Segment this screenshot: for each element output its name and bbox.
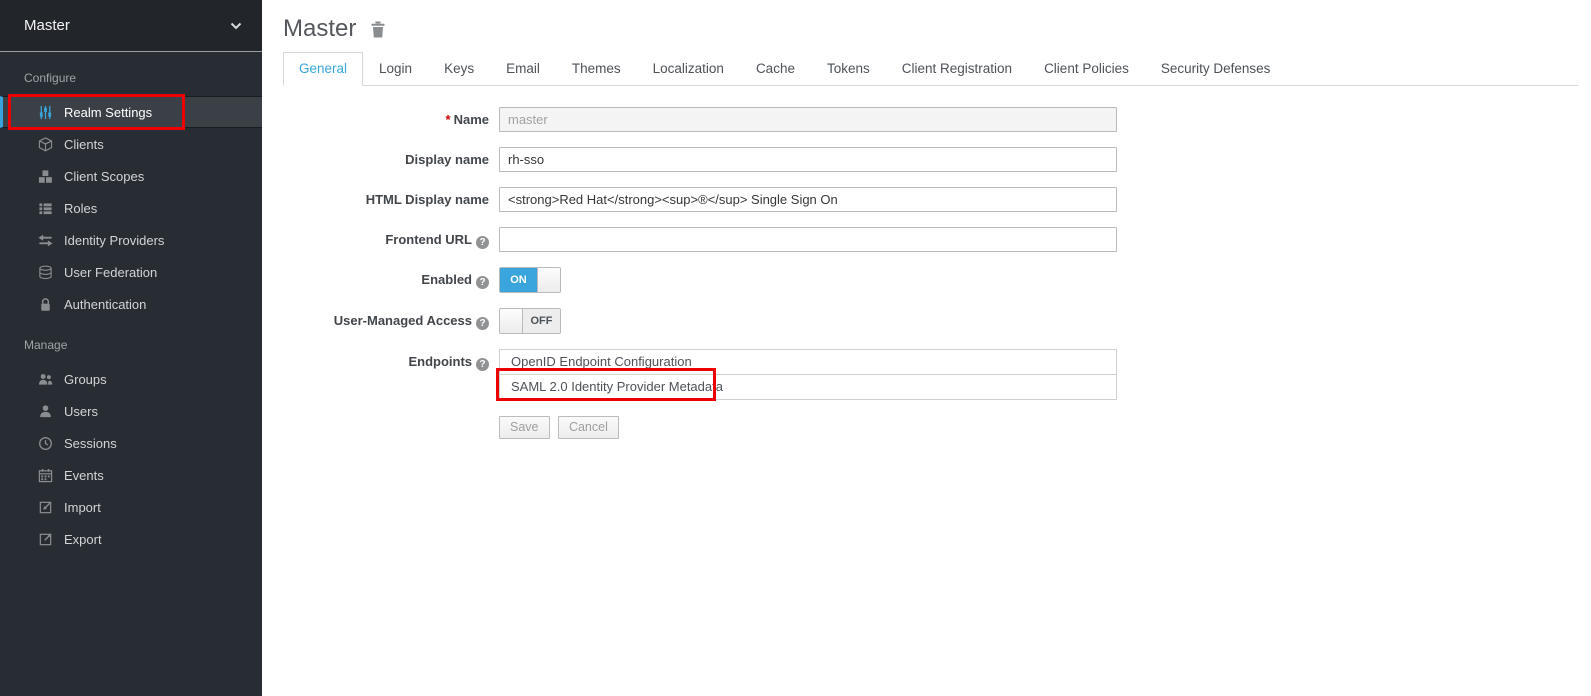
html-display-name-input[interactable] bbox=[499, 187, 1117, 212]
export-icon bbox=[37, 531, 53, 547]
endpoints-label: Endpoints? bbox=[283, 349, 499, 400]
realm-selector[interactable]: Master bbox=[0, 0, 262, 52]
sidebar-item-user-federation[interactable]: User Federation bbox=[0, 256, 262, 288]
user-icon bbox=[37, 403, 53, 419]
toggle-on-label: ON bbox=[500, 268, 537, 292]
sidebar-item-client-scopes[interactable]: Client Scopes bbox=[0, 160, 262, 192]
sidebar-item-roles[interactable]: Roles bbox=[0, 192, 262, 224]
sidebar-item-label: Groups bbox=[64, 372, 107, 387]
tab-security-defenses[interactable]: Security Defenses bbox=[1145, 52, 1287, 86]
help-icon[interactable]: ? bbox=[476, 358, 489, 371]
sidebar-item-realm-settings[interactable]: Realm Settings bbox=[0, 96, 262, 128]
sidebar-item-label: Clients bbox=[64, 137, 104, 152]
tab-email[interactable]: Email bbox=[490, 52, 556, 86]
delete-realm-button[interactable] bbox=[370, 21, 386, 38]
sidebar-item-label: Export bbox=[64, 532, 102, 547]
list-icon bbox=[37, 200, 53, 216]
toggle-handle bbox=[537, 268, 560, 292]
sidebar-section-configure: Configure bbox=[0, 52, 262, 96]
sidebar-item-label: User Federation bbox=[64, 265, 157, 280]
endpoints-list: OpenID Endpoint Configuration SAML 2.0 I… bbox=[499, 349, 1117, 400]
sidebar-item-clients[interactable]: Clients bbox=[0, 128, 262, 160]
tab-localization[interactable]: Localization bbox=[637, 52, 740, 86]
database-icon bbox=[37, 264, 53, 280]
name-input[interactable] bbox=[499, 107, 1117, 132]
users-icon bbox=[37, 371, 53, 387]
sidebar-item-users[interactable]: Users bbox=[0, 395, 262, 427]
openid-endpoint-link[interactable]: OpenID Endpoint Configuration bbox=[499, 349, 1117, 375]
sidebar-item-label: Roles bbox=[64, 201, 97, 216]
tab-login[interactable]: Login bbox=[363, 52, 428, 86]
sidebar-item-label: Import bbox=[64, 500, 101, 515]
sidebar-item-identity-providers[interactable]: Identity Providers bbox=[0, 224, 262, 256]
enabled-label: Enabled? bbox=[283, 267, 499, 293]
tab-tokens[interactable]: Tokens bbox=[811, 52, 886, 86]
tab-themes[interactable]: Themes bbox=[556, 52, 637, 86]
html-display-name-label: HTML Display name bbox=[283, 187, 499, 212]
toggle-handle bbox=[500, 309, 523, 333]
saml-metadata-link[interactable]: SAML 2.0 Identity Provider Metadata bbox=[499, 374, 1117, 400]
sidebar-section-manage: Manage bbox=[0, 320, 262, 363]
sidebar-item-events[interactable]: Events bbox=[0, 459, 262, 491]
required-asterisk: * bbox=[446, 112, 451, 127]
main-content: Master General Login Keys Email Themes L… bbox=[262, 0, 1591, 696]
sidebar-item-label: Users bbox=[64, 404, 98, 419]
save-button[interactable]: Save bbox=[499, 416, 550, 439]
tab-keys[interactable]: Keys bbox=[428, 52, 490, 86]
sidebar-item-sessions[interactable]: Sessions bbox=[0, 427, 262, 459]
sidebar: Master Configure Realm Settings Clients bbox=[0, 0, 262, 696]
sidebar-item-label: Realm Settings bbox=[64, 105, 152, 120]
sidebar-item-authentication[interactable]: Authentication bbox=[0, 288, 262, 320]
sidebar-item-label: Client Scopes bbox=[64, 169, 144, 184]
frontend-url-input[interactable] bbox=[499, 227, 1117, 252]
sliders-icon bbox=[37, 104, 53, 120]
tab-client-registration[interactable]: Client Registration bbox=[886, 52, 1028, 86]
tab-cache[interactable]: Cache bbox=[740, 52, 811, 86]
sidebar-item-label: Events bbox=[64, 468, 104, 483]
help-icon[interactable]: ? bbox=[476, 317, 489, 330]
clock-icon bbox=[37, 435, 53, 451]
sidebar-item-export[interactable]: Export bbox=[0, 523, 262, 555]
import-icon bbox=[37, 499, 53, 515]
cancel-button[interactable]: Cancel bbox=[558, 416, 619, 439]
sidebar-item-label: Sessions bbox=[64, 436, 117, 451]
display-name-label: Display name bbox=[283, 147, 499, 172]
name-label: *Name bbox=[283, 107, 499, 132]
realm-selector-label: Master bbox=[24, 17, 230, 34]
sidebar-item-groups[interactable]: Groups bbox=[0, 363, 262, 395]
sidebar-item-label: Authentication bbox=[64, 297, 146, 312]
tab-client-policies[interactable]: Client Policies bbox=[1028, 52, 1145, 86]
sidebar-item-label: Identity Providers bbox=[64, 233, 164, 248]
user-managed-access-label: User-Managed Access? bbox=[283, 308, 499, 334]
trash-icon bbox=[370, 21, 386, 38]
cubes-icon bbox=[37, 168, 53, 184]
sidebar-item-import[interactable]: Import bbox=[0, 491, 262, 523]
lock-icon bbox=[37, 296, 53, 312]
toggle-off-label: OFF bbox=[523, 309, 560, 333]
enabled-toggle[interactable]: ON bbox=[499, 267, 561, 293]
realm-general-form: *Name Display name HTML Display name Fro… bbox=[283, 107, 1578, 439]
chevron-down-icon bbox=[230, 22, 242, 30]
page-title: Master bbox=[283, 15, 356, 43]
calendar-icon bbox=[37, 467, 53, 483]
frontend-url-label: Frontend URL? bbox=[283, 227, 499, 252]
help-icon[interactable]: ? bbox=[476, 236, 489, 249]
user-managed-access-toggle[interactable]: OFF bbox=[499, 308, 561, 334]
realm-tabs: General Login Keys Email Themes Localiza… bbox=[283, 52, 1578, 86]
tab-general[interactable]: General bbox=[283, 52, 363, 86]
exchange-icon bbox=[37, 232, 53, 248]
cube-icon bbox=[37, 136, 53, 152]
display-name-input[interactable] bbox=[499, 147, 1117, 172]
help-icon[interactable]: ? bbox=[476, 276, 489, 289]
